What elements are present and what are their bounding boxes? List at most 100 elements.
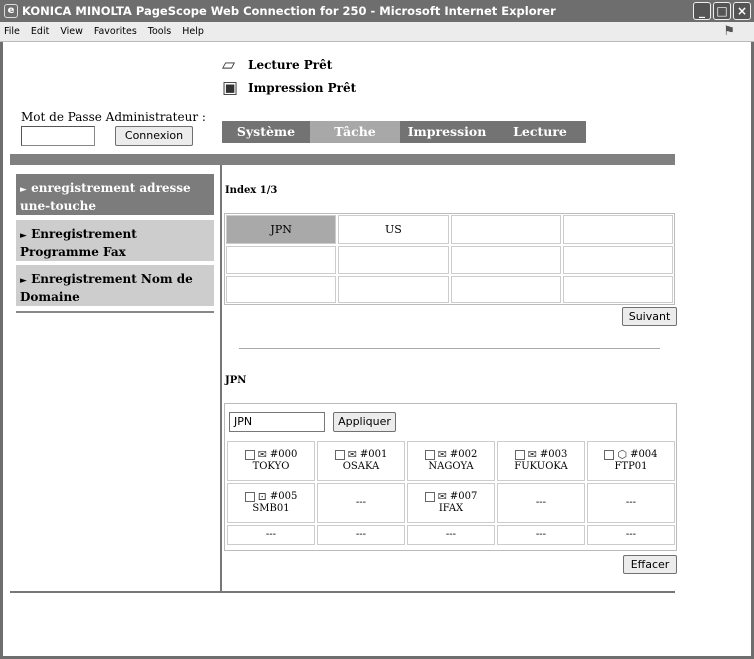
index-grid: JPN US [224, 213, 675, 305]
destination-cell[interactable]: ✉ #000 TOKYO [227, 441, 315, 481]
smb-icon: ⊡ [257, 490, 267, 503]
email-icon: ✉ [437, 490, 447, 503]
login-button[interactable]: Connexion [115, 126, 193, 146]
destination-number: #000 [269, 449, 298, 460]
destination-cell[interactable]: ✉ #007 IFAX [407, 483, 495, 523]
menu-file[interactable]: File [4, 26, 20, 37]
menu-help[interactable]: Help [182, 26, 204, 37]
destination-cell-empty: --- [587, 483, 675, 523]
destination-cell-empty: --- [587, 525, 675, 545]
window-titlebar: e KONICA MINOLTA PageScope Web Connectio… [0, 0, 754, 22]
group-label: JPN [225, 375, 247, 386]
main-tabs: Système Tâche Impression Lecture [222, 121, 586, 143]
email-icon: ✉ [527, 448, 537, 461]
sidebar-item-domain-name[interactable]: ► Enregistrement Nom de Domaine [16, 265, 214, 306]
index-cell [338, 246, 449, 274]
group-name-input[interactable]: JPN [229, 412, 325, 432]
index-cell [226, 275, 337, 303]
destination-name: IFAX [438, 503, 464, 514]
destination-cell[interactable]: ⊡ #005 SMB01 [227, 483, 315, 523]
windows-flag-icon: ⚑ [723, 24, 735, 39]
destination-name: SMB01 [252, 503, 290, 514]
header-divider-band [10, 154, 675, 165]
destination-checkbox[interactable] [244, 450, 255, 460]
destination-number: #007 [449, 491, 478, 502]
destination-cell-empty: --- [497, 525, 585, 545]
maximize-button[interactable]: □ [713, 2, 731, 20]
destination-number: #001 [359, 449, 388, 460]
tab-systeme[interactable]: Système [222, 121, 310, 143]
clear-button[interactable]: Effacer [623, 555, 677, 574]
email-icon: ✉ [437, 448, 447, 461]
destination-cell[interactable]: ✉ #003 FUKUOKA [497, 441, 585, 481]
destination-checkbox[interactable] [514, 450, 525, 460]
destination-name: OSAKA [342, 461, 380, 472]
destination-number: #005 [269, 491, 298, 502]
destination-cell-empty: --- [227, 525, 315, 545]
sidebar-item-label: Enregistrement Nom de Domaine [20, 272, 193, 304]
printer-icon: ▣ [222, 78, 239, 98]
sidebar-item-fax-program[interactable]: ► Enregistrement Programme Fax [16, 220, 214, 261]
sidebar-item-one-touch[interactable]: ► enregistrement adresse une-touche [16, 174, 214, 215]
destination-checkbox[interactable] [604, 450, 615, 460]
apply-button[interactable]: Appliquer [333, 412, 396, 432]
sidebar-item-label: Enregistrement Programme Fax [20, 227, 137, 259]
destination-grid: ✉ #000 TOKYO ✉ #001 OSAKA ✉ #002 NAGOYA ✉ #0… [227, 441, 675, 549]
destination-name: FUKUOKA [514, 461, 568, 472]
sidebar-bottom-rule [16, 311, 214, 313]
destination-checkbox[interactable] [424, 450, 435, 460]
menu-favorites[interactable]: Favorites [94, 26, 137, 37]
sidebar-divider [220, 165, 222, 592]
close-button[interactable]: × [733, 2, 751, 20]
window-title: KONICA MINOLTA PageScope Web Connection … [22, 4, 556, 18]
destination-name: FTP01 [614, 461, 648, 472]
destination-cell-empty: --- [407, 525, 495, 545]
destination-number: #004 [630, 449, 658, 460]
destination-cell[interactable]: ✉ #002 NAGOYA [407, 441, 495, 481]
tab-lecture[interactable]: Lecture [494, 121, 586, 143]
destination-cell[interactable]: ✉ #001 OSAKA [317, 441, 405, 481]
destination-number: #003 [539, 449, 568, 460]
index-cell [562, 246, 673, 274]
index-cell [450, 215, 561, 244]
index-cell [562, 275, 673, 303]
sidebar-item-label: enregistrement adresse une-touche [20, 181, 191, 213]
menu-edit[interactable]: Edit [31, 26, 49, 37]
index-cell [562, 215, 673, 244]
email-icon: ✉ [257, 448, 267, 461]
menu-view[interactable]: View [60, 26, 83, 37]
destination-cell-empty: --- [497, 483, 585, 523]
destination-number: #002 [449, 449, 478, 460]
bottom-rule [10, 591, 675, 593]
email-icon: ✉ [347, 448, 357, 461]
destination-checkbox[interactable] [244, 492, 255, 502]
printer-status-text: Impression Prêt [248, 81, 357, 95]
printer-status: ▣ Impression Prêt [222, 78, 356, 98]
destination-checkbox[interactable] [334, 450, 345, 460]
index-label: Index 1/3 [225, 185, 278, 196]
menu-tools[interactable]: Tools [148, 26, 171, 37]
index-cell-jpn[interactable]: JPN [226, 215, 337, 244]
tab-impression[interactable]: Impression [400, 121, 494, 143]
destination-checkbox[interactable] [424, 492, 435, 502]
destination-cell-empty: --- [317, 525, 405, 545]
section-divider [239, 348, 660, 349]
minimize-button[interactable]: _ [693, 2, 711, 20]
scanner-status-text: Lecture Prêt [248, 58, 333, 72]
index-cell-us[interactable]: US [338, 215, 449, 244]
destination-cell[interactable]: ⬡ #004 FTP01 [587, 441, 675, 481]
tab-tache[interactable]: Tâche [310, 121, 400, 143]
scanner-icon: ▱ [222, 55, 236, 75]
admin-password-label: Mot de Passe Administrateur : [21, 110, 206, 124]
index-cell [226, 246, 337, 274]
next-button[interactable]: Suivant [622, 307, 677, 326]
ftp-icon: ⬡ [617, 448, 628, 461]
destination-name: TOKYO [252, 461, 290, 472]
destination-name: NAGOYA [428, 461, 474, 472]
arrow-right-icon: ► [20, 231, 27, 241]
ie-icon: e [4, 4, 18, 18]
arrow-right-icon: ► [20, 185, 27, 195]
index-cell [338, 275, 449, 303]
admin-password-input[interactable] [21, 126, 95, 146]
index-cell [450, 246, 561, 274]
